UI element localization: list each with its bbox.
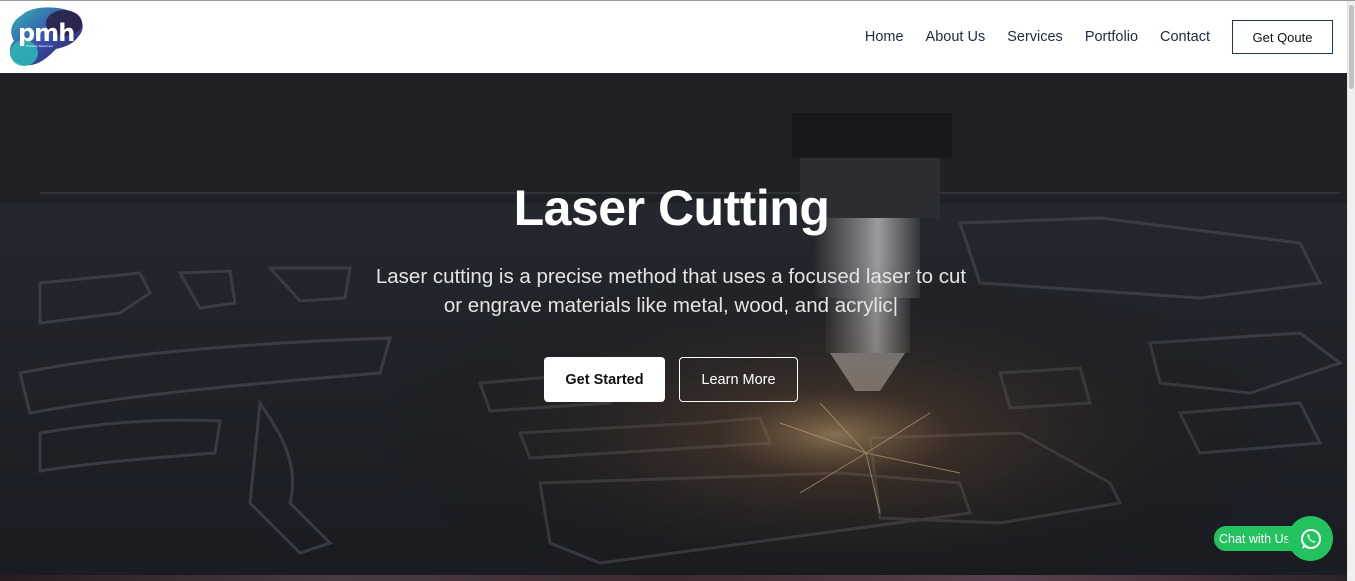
whatsapp-icon [1300, 528, 1321, 549]
next-section-edge [0, 575, 1347, 581]
nav-portfolio[interactable]: Portfolio [1085, 29, 1138, 45]
hero-section: Laser Cutting Laser cutting is a precise… [0, 73, 1347, 575]
page-scrollbar[interactable] [1347, 1, 1355, 581]
site-header: pmh Precision Metal Hub Home About Us Se… [0, 1, 1347, 73]
main-nav: Home About Us Services Portfolio Contact… [865, 1, 1333, 73]
scrollbar-thumb[interactable] [1349, 5, 1354, 89]
hero-dark-overlay [0, 73, 1347, 575]
nav-contact[interactable]: Contact [1160, 29, 1210, 45]
logo-text: pmh [18, 19, 75, 47]
site-logo[interactable]: pmh Precision Metal Hub [8, 7, 84, 69]
whatsapp-chat-button[interactable] [1288, 516, 1333, 561]
get-quote-button[interactable]: Get Qoute [1232, 20, 1333, 54]
nav-about-us[interactable]: About Us [926, 29, 986, 45]
get-started-button[interactable]: Get Started [544, 357, 665, 402]
logo-tagline: Precision Metal Hub [26, 44, 53, 48]
nav-services[interactable]: Services [1007, 29, 1063, 45]
nav-home[interactable]: Home [865, 29, 904, 45]
hero-title: Laser Cutting [513, 180, 830, 236]
hero-subtitle: Laser cutting is a precise method that u… [375, 265, 967, 317]
learn-more-button[interactable]: Learn More [679, 357, 798, 402]
